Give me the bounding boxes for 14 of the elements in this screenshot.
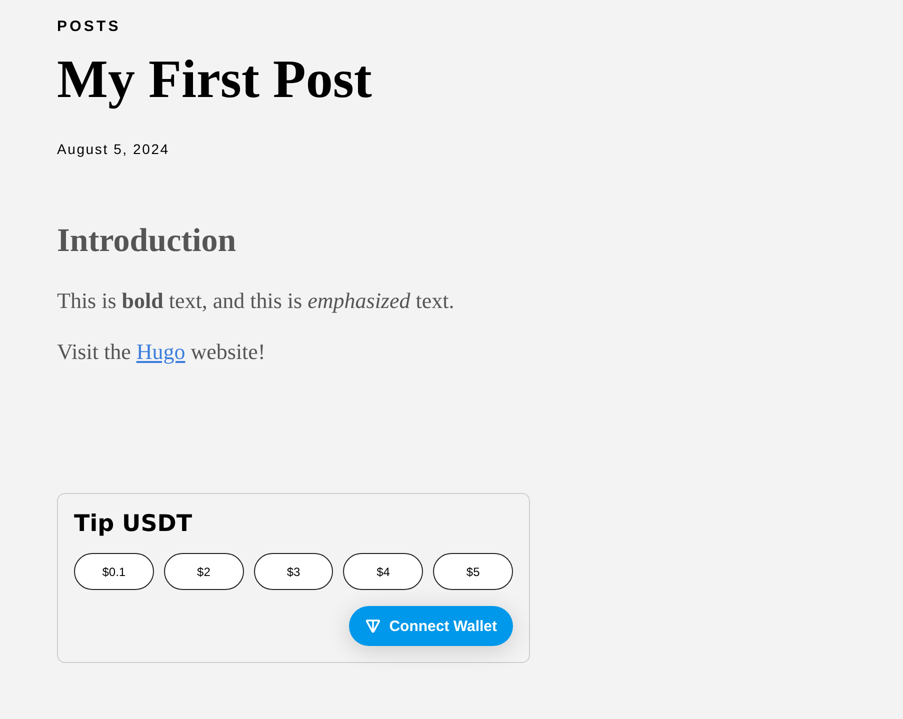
- post-title: My First Post: [57, 49, 372, 109]
- hugo-link[interactable]: Hugo: [136, 339, 186, 364]
- tip-amount-button[interactable]: $4: [343, 553, 424, 590]
- tip-amount-button[interactable]: $0.1: [74, 553, 154, 590]
- paragraph: This is bold text, and this is emphasized text.: [57, 287, 454, 315]
- section-label: POSTS: [57, 17, 121, 37]
- tip-amount-button[interactable]: $2: [164, 553, 244, 590]
- tip-title: Tip USDT: [74, 510, 194, 539]
- post-date: August 5, 2024: [57, 140, 170, 159]
- triangle-icon: [365, 618, 382, 634]
- tip-amount-button[interactable]: $5: [433, 553, 513, 590]
- paragraph: Visit the Hugo website!: [57, 338, 266, 366]
- section-heading: Introduction: [57, 222, 236, 261]
- tip-amount-button[interactable]: $3: [254, 553, 334, 590]
